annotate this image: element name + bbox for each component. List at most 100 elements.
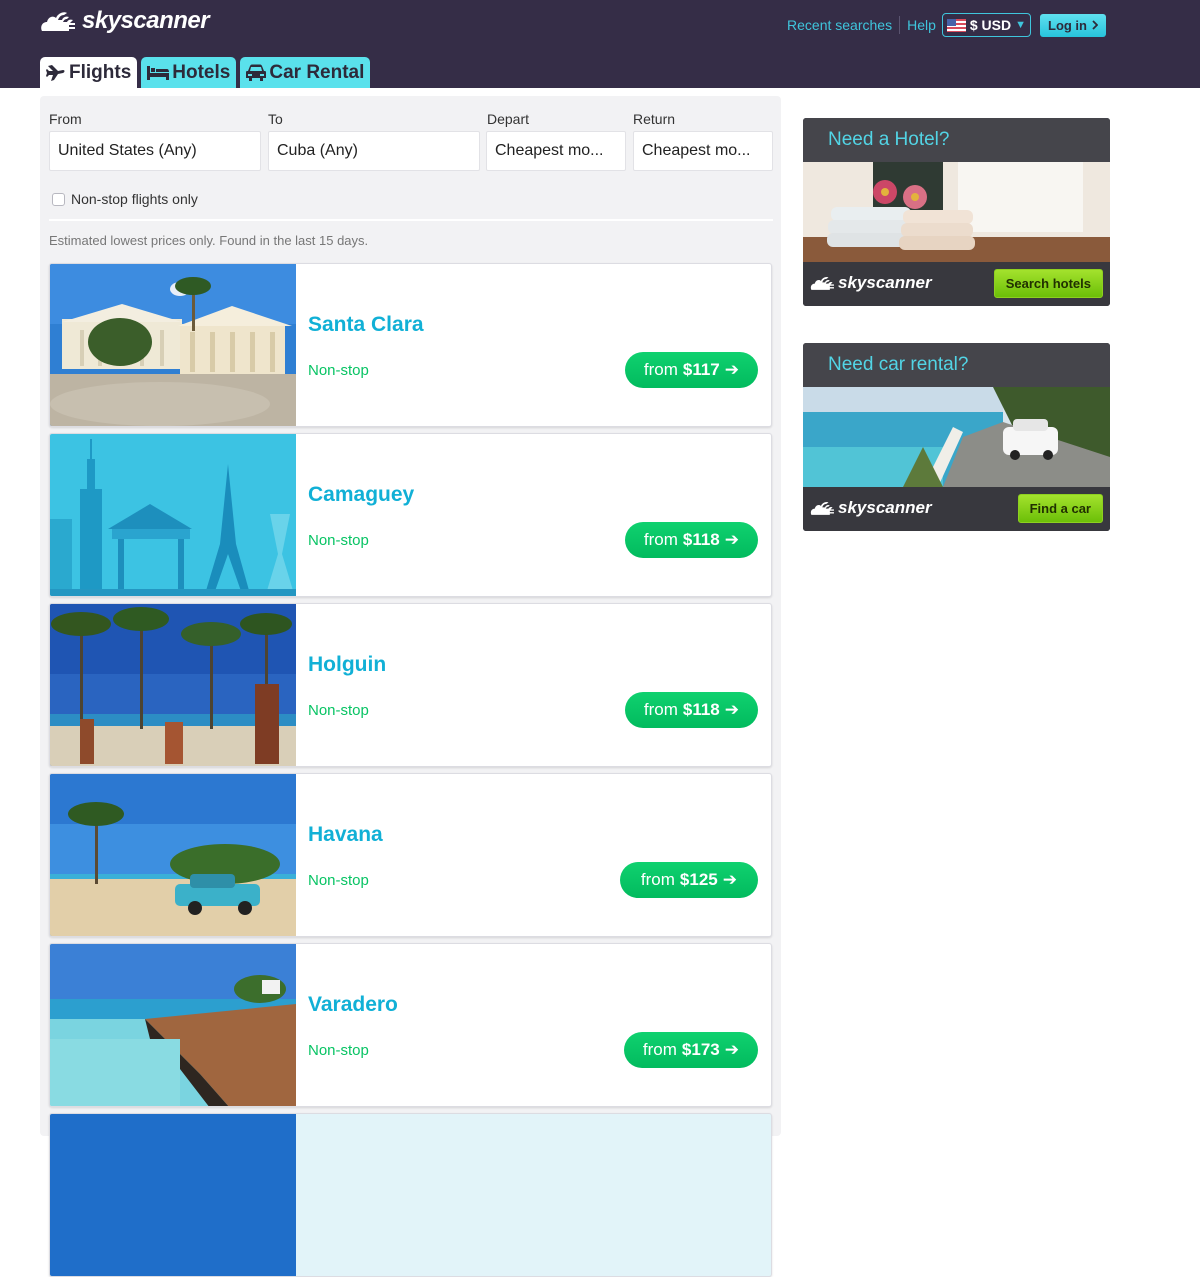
result-card[interactable]: Santa Clara Non-stop from $117 ➔ bbox=[49, 263, 772, 427]
price-prefix: from bbox=[643, 530, 678, 549]
from-label: From bbox=[49, 111, 82, 127]
price-button[interactable]: from $117 ➔ bbox=[624, 352, 758, 388]
hotel-ad-banner[interactable]: Need a Hotel? skyscanner Search hotels bbox=[803, 118, 1110, 306]
result-details bbox=[296, 1114, 771, 1276]
login-label: Log in bbox=[1048, 17, 1087, 33]
destination-photo-camaguey bbox=[50, 434, 296, 596]
tab-hotels-label: Hotels bbox=[172, 61, 231, 83]
price-prefix: from bbox=[643, 360, 678, 379]
result-card[interactable]: Holguin Non-stop from $118 ➔ bbox=[49, 603, 772, 767]
result-card[interactable]: Varadero Non-stop from $173 ➔ bbox=[49, 943, 772, 1107]
depart-field[interactable]: Cheapest mo... bbox=[486, 131, 626, 171]
result-details: Varadero Non-stop from $173 ➔ bbox=[296, 944, 771, 1106]
destination-photo-varadero bbox=[50, 944, 296, 1106]
help-link[interactable]: Help bbox=[907, 17, 936, 33]
price-value: $118 bbox=[682, 700, 720, 719]
tab-flights[interactable]: Flights bbox=[40, 57, 138, 88]
destination-photo-santa-clara bbox=[50, 264, 296, 426]
vertical-tabs: Flights Hotels Car Rental bbox=[40, 57, 371, 88]
to-field[interactable]: Cuba (Any) bbox=[268, 131, 480, 171]
result-details: Santa Clara Non-stop from $117 ➔ bbox=[296, 264, 771, 426]
tab-car-rental[interactable]: Car Rental bbox=[240, 57, 371, 88]
car-ad-photo bbox=[803, 387, 1110, 487]
currency-label: $ USD bbox=[969, 17, 1012, 33]
bed-icon bbox=[147, 65, 170, 80]
skyscanner-cloud-icon bbox=[41, 12, 75, 31]
plane-icon bbox=[46, 64, 65, 81]
destination-photo-holguin bbox=[50, 604, 296, 766]
skyscanner-cloud-icon bbox=[810, 277, 834, 290]
destination-name[interactable]: Holguin bbox=[308, 653, 386, 677]
price-button[interactable]: from $118 ➔ bbox=[624, 692, 758, 728]
arrow-right-icon: ➔ bbox=[724, 530, 739, 549]
ad-title: Need car rental? bbox=[803, 343, 1110, 387]
destination-name[interactable]: Havana bbox=[308, 823, 383, 847]
stops-label: Non-stop bbox=[308, 702, 369, 719]
destination-name[interactable]: Varadero bbox=[308, 993, 398, 1017]
find-a-car-button[interactable]: Find a car bbox=[1017, 494, 1103, 523]
destination-photo-havana bbox=[50, 774, 296, 936]
arrow-right-icon: ➔ bbox=[724, 700, 739, 719]
skyscanner-logo: skyscanner bbox=[810, 273, 932, 293]
recent-searches-link[interactable]: Recent searches bbox=[787, 17, 892, 33]
ad-brand: skyscanner bbox=[838, 273, 932, 292]
ad-title: Need a Hotel? bbox=[803, 118, 1110, 162]
price-prefix: from bbox=[640, 870, 675, 889]
section-divider bbox=[49, 219, 773, 221]
tab-flights-label: Flights bbox=[69, 61, 132, 83]
ad-footer: skyscanner Search hotels bbox=[803, 262, 1110, 306]
price-button[interactable]: from $173 ➔ bbox=[623, 1032, 758, 1068]
car-rental-ad-banner[interactable]: Need car rental? skyscanner Find a car bbox=[803, 343, 1110, 531]
return-field[interactable]: Cheapest mo... bbox=[633, 131, 773, 171]
login-button[interactable]: Log in bbox=[1040, 13, 1106, 37]
nonstop-checkbox[interactable] bbox=[52, 192, 65, 206]
arrow-right-icon: ➔ bbox=[724, 360, 739, 379]
result-details: Havana Non-stop from $125 ➔ bbox=[296, 774, 771, 936]
hotel-ad-photo bbox=[803, 162, 1110, 262]
result-card[interactable]: Havana Non-stop from $125 ➔ bbox=[49, 773, 772, 937]
price-value: $118 bbox=[682, 530, 720, 549]
destination-name[interactable]: Santa Clara bbox=[308, 313, 424, 337]
caret-down-icon: ▼ bbox=[1015, 19, 1026, 31]
from-field[interactable]: United States (Any) bbox=[49, 131, 261, 171]
ad-brand: skyscanner bbox=[838, 498, 932, 517]
stops-label: Non-stop bbox=[308, 532, 369, 549]
price-button[interactable]: from $118 ➔ bbox=[624, 522, 758, 558]
us-flag-icon bbox=[946, 18, 966, 32]
result-details: Holguin Non-stop from $118 ➔ bbox=[296, 604, 771, 766]
arrow-right-icon: ➔ bbox=[722, 870, 737, 889]
stops-label: Non-stop bbox=[308, 1042, 369, 1059]
tab-car-rental-label: Car Rental bbox=[269, 61, 365, 83]
to-label: To bbox=[268, 111, 283, 127]
search-results-panel: From United States (Any) To Cuba (Any) D… bbox=[40, 96, 781, 1277]
top-links: Recent searches Help $ USD ▼ Log in bbox=[787, 13, 1106, 37]
price-prefix: from bbox=[642, 1040, 677, 1059]
tab-hotels[interactable]: Hotels bbox=[141, 57, 237, 88]
depart-label: Depart bbox=[487, 111, 530, 127]
result-card[interactable] bbox=[49, 1113, 772, 1277]
price-value: $173 bbox=[681, 1040, 720, 1059]
currency-selector[interactable]: $ USD ▼ bbox=[941, 13, 1031, 37]
nonstop-filter[interactable]: Non-stop flights only bbox=[52, 191, 198, 207]
stops-label: Non-stop bbox=[308, 362, 369, 379]
nonstop-label: Non-stop flights only bbox=[71, 191, 198, 207]
arrow-right-icon: ➔ bbox=[724, 1040, 739, 1059]
price-prefix: from bbox=[643, 700, 678, 719]
destination-photo bbox=[50, 1114, 296, 1276]
return-label: Return bbox=[633, 111, 676, 127]
price-value: $117 bbox=[682, 360, 720, 379]
stops-label: Non-stop bbox=[308, 872, 369, 889]
car-icon bbox=[246, 64, 267, 81]
price-button[interactable]: from $125 ➔ bbox=[619, 862, 758, 898]
link-divider bbox=[899, 16, 901, 34]
price-note: Estimated lowest prices only. Found in t… bbox=[49, 233, 369, 248]
price-value: $125 bbox=[679, 870, 718, 889]
result-card[interactable]: Camaguey Non-stop from $118 ➔ bbox=[49, 433, 772, 597]
chevron-right-icon bbox=[1092, 20, 1098, 30]
destination-name[interactable]: Camaguey bbox=[308, 483, 414, 507]
skyscanner-logo[interactable]: skyscanner bbox=[40, 6, 210, 36]
brand-name: skyscanner bbox=[82, 7, 210, 34]
search-hotels-button[interactable]: Search hotels bbox=[993, 269, 1103, 298]
result-details: Camaguey Non-stop from $118 ➔ bbox=[296, 434, 771, 596]
ad-footer: skyscanner Find a car bbox=[803, 487, 1110, 531]
